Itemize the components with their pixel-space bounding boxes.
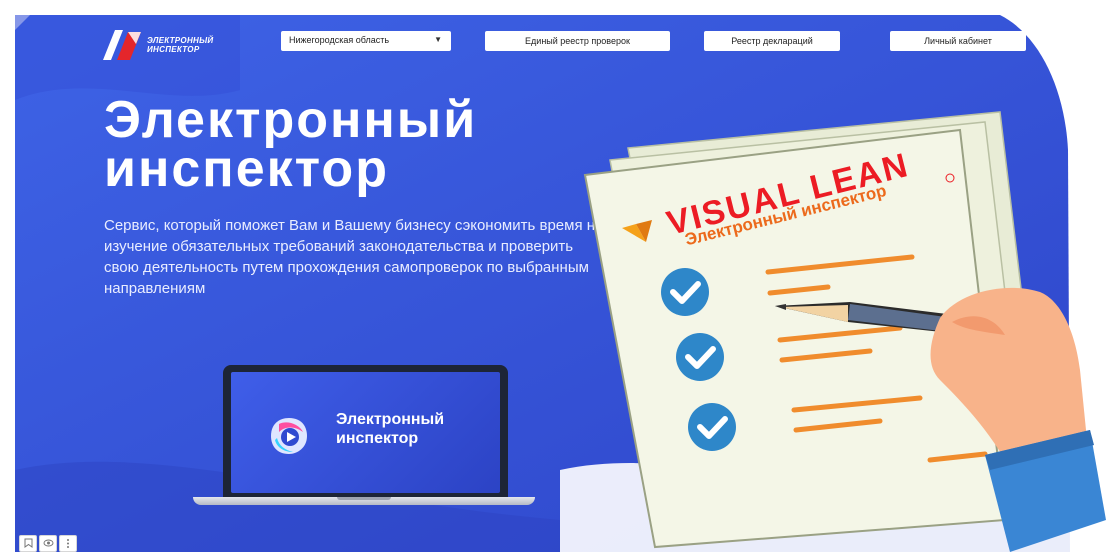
check-icon [676,333,724,381]
page: ЭЛЕКТРОННЫЙ ИНСПЕКТОР Нижегородская обла… [0,0,1106,552]
more-icon[interactable] [59,535,77,552]
check-icon [661,268,709,316]
bookmark-icon[interactable] [19,535,37,552]
document-illustration [583,111,1106,552]
image-toolbar [19,535,77,552]
view-icon[interactable] [39,535,57,552]
check-icon [688,403,736,451]
